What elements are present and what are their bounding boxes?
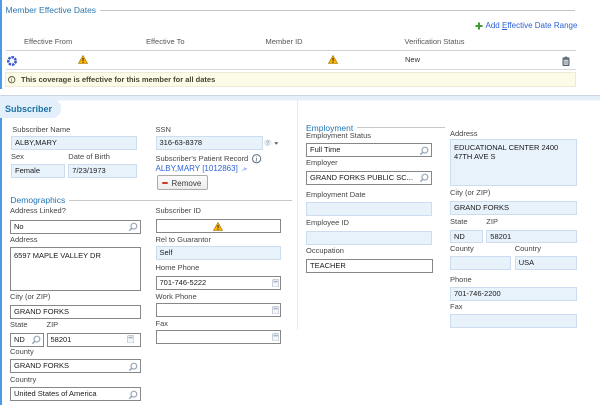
svg-text:?: ? [265, 141, 269, 147]
svg-text:i: i [255, 155, 257, 163]
